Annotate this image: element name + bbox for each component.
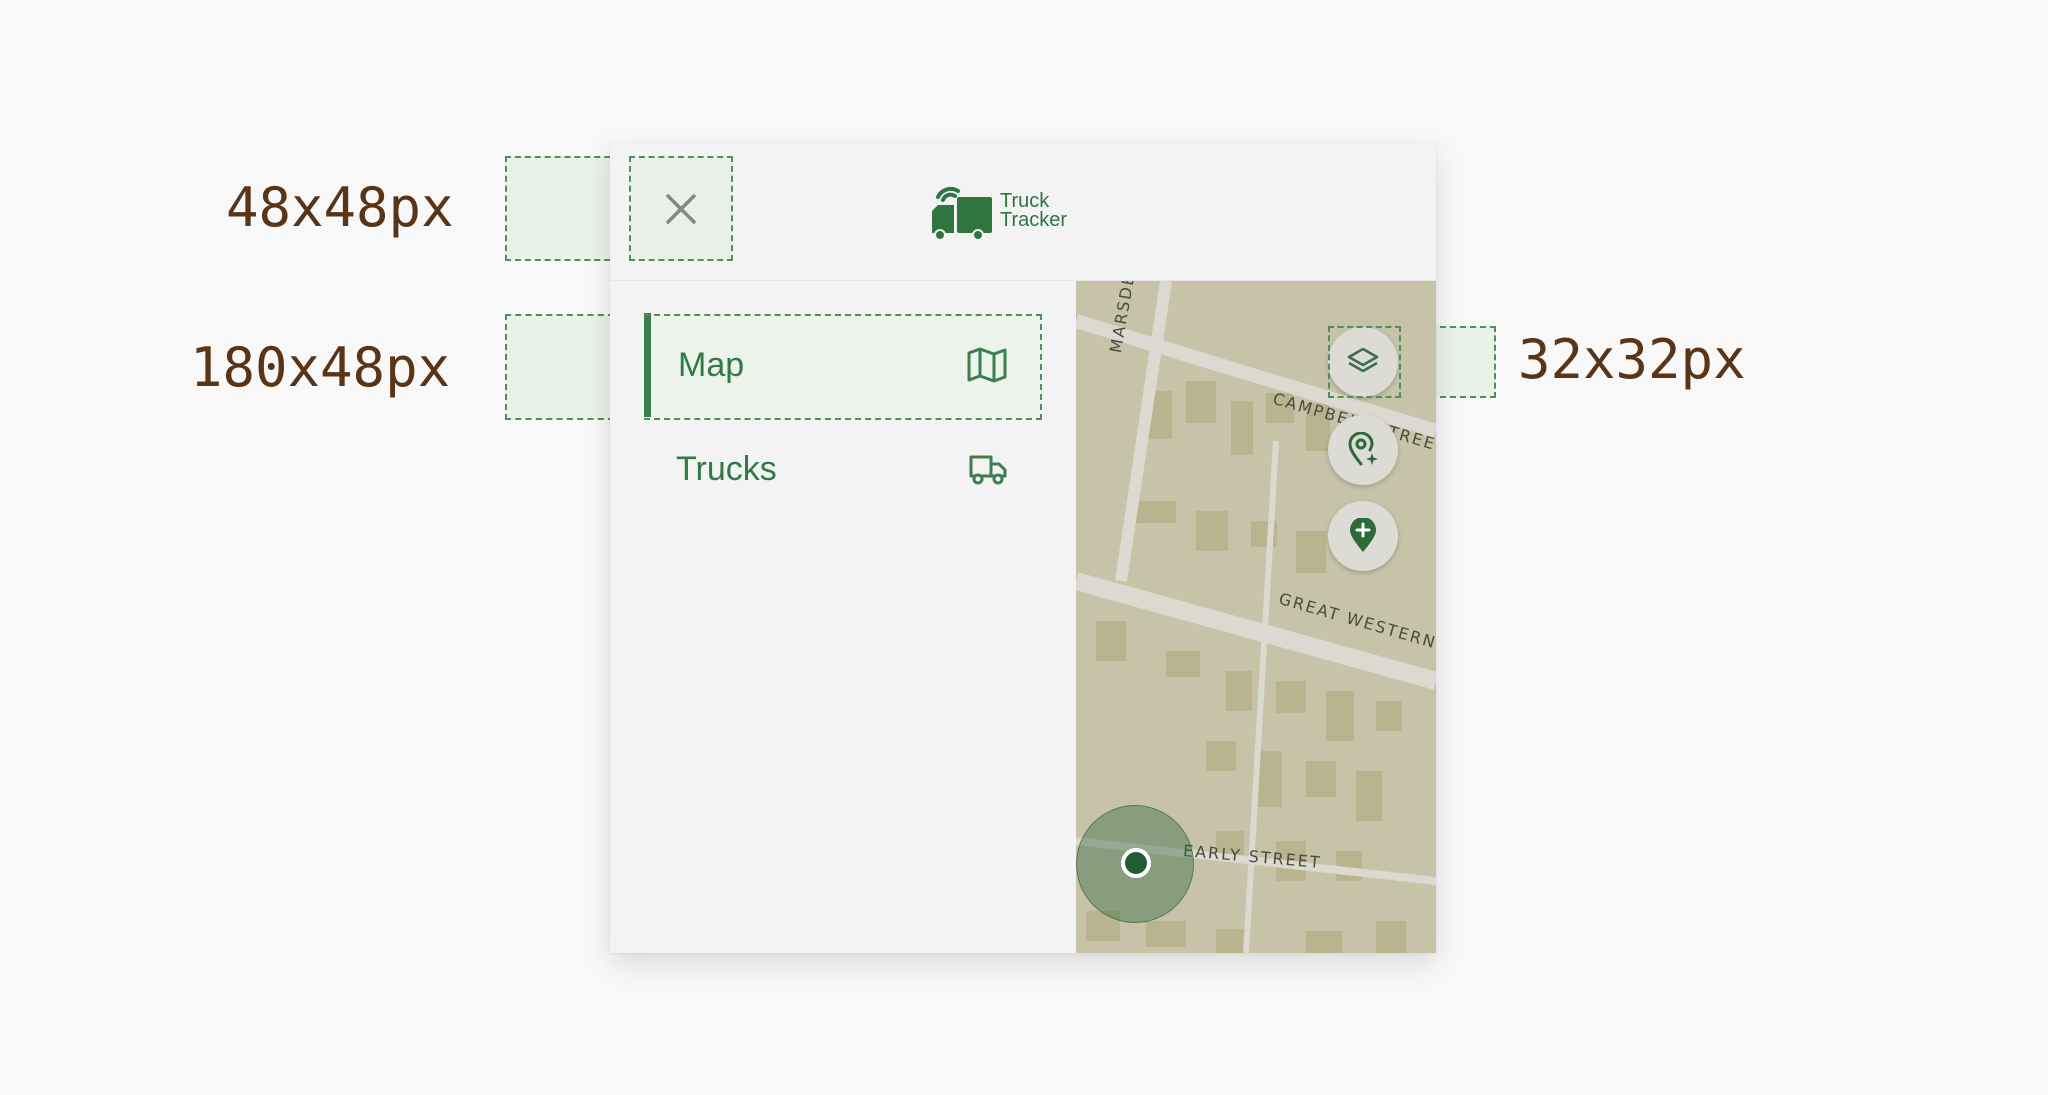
nav-item-label: Trucks (676, 449, 777, 488)
close-button-outline (629, 156, 733, 261)
location-sparkle-icon (1348, 432, 1378, 466)
add-location-icon (1350, 518, 1376, 552)
add-location-button[interactable] (1328, 501, 1398, 571)
layers-button-outline (1328, 326, 1401, 398)
close-size-annotation: 48x48px (226, 176, 454, 239)
truck-tracker-logo: Truck Tracker (930, 179, 1090, 243)
nav-size-annotation: 180x48px (190, 336, 451, 399)
app-window: Truck Tracker Map Trucks CAMPBELL STREET… (610, 143, 1436, 953)
app-header: Truck Tracker (610, 143, 1436, 281)
location-sparkle-button[interactable] (1328, 415, 1398, 485)
logo-wordmark: Truck Tracker (1000, 191, 1068, 231)
nav-item-trucks[interactable]: Trucks (644, 417, 1040, 521)
logo-line-tracker: Tracker (1000, 209, 1068, 231)
truck-icon (969, 455, 1007, 485)
nav-item-outline (644, 314, 1042, 420)
truck-logo-icon (932, 186, 992, 241)
map-button-size-annotation: 32x32px (1518, 328, 1746, 391)
current-location-marker[interactable] (1121, 848, 1151, 878)
